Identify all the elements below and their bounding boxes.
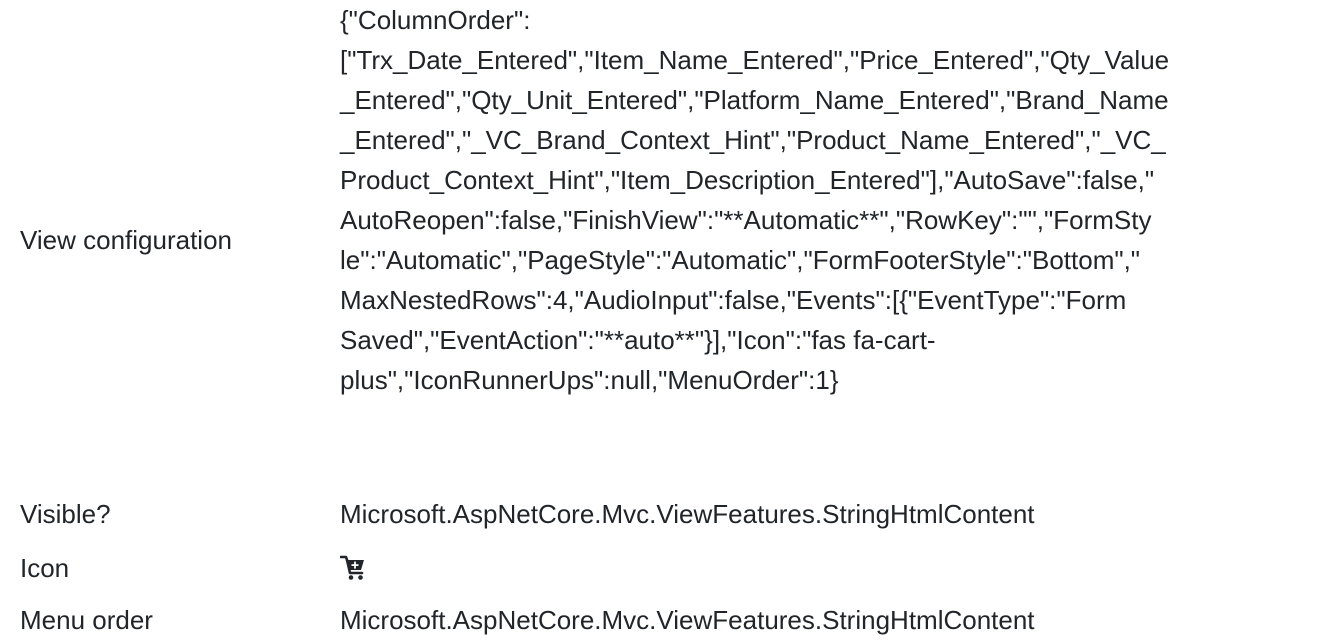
row-icon: Icon <box>0 548 1320 588</box>
row-visible: Visible? Microsoft.AspNetCore.Mvc.ViewFe… <box>0 494 1320 534</box>
view-configuration-line: Saved","EventAction":"**auto**"}],"Icon"… <box>340 325 936 355</box>
visible-value: Microsoft.AspNetCore.Mvc.ViewFeatures.St… <box>340 499 1035 529</box>
view-configuration-line: ["Trx_Date_Entered","Item_Name_Entered",… <box>340 45 1170 75</box>
view-configuration-label: View configuration <box>20 225 232 255</box>
row-menu-order: Menu order Microsoft.AspNetCore.Mvc.View… <box>0 600 1320 640</box>
view-configuration-line: AutoReopen":false,"FinishView":"**Automa… <box>340 205 1152 235</box>
view-configuration-line: plus","IconRunnerUps":null,"MenuOrder":1… <box>340 365 839 395</box>
cart-plus-icon <box>340 555 366 581</box>
view-configuration-line: _Entered","Qty_Unit_Entered","Platform_N… <box>340 85 1169 115</box>
view-configuration-line: Product_Context_Hint","Item_Description_… <box>340 165 1155 195</box>
view-configuration-line: _Entered","_VC_Brand_Context_Hint","Prod… <box>340 125 1166 155</box>
menu-order-value: Microsoft.AspNetCore.Mvc.ViewFeatures.St… <box>340 605 1035 635</box>
view-configuration-value: {"ColumnOrder": ["Trx_Date_Entered","Ite… <box>340 0 1310 400</box>
visible-label: Visible? <box>20 499 111 529</box>
icon-label: Icon <box>20 553 70 583</box>
row-view-configuration: View configuration {"ColumnOrder": ["Trx… <box>0 0 1320 404</box>
properties-table: View configuration {"ColumnOrder": ["Trx… <box>0 0 1320 644</box>
view-configuration-line: MaxNestedRows":4,"AudioInput":false,"Eve… <box>340 285 1127 315</box>
view-configuration-line: {"ColumnOrder": <box>340 5 531 35</box>
view-configuration-line: le":"Automatic","PageStyle":"Automatic",… <box>340 245 1141 275</box>
icon-value <box>340 548 1310 592</box>
menu-order-label: Menu order <box>20 605 153 635</box>
